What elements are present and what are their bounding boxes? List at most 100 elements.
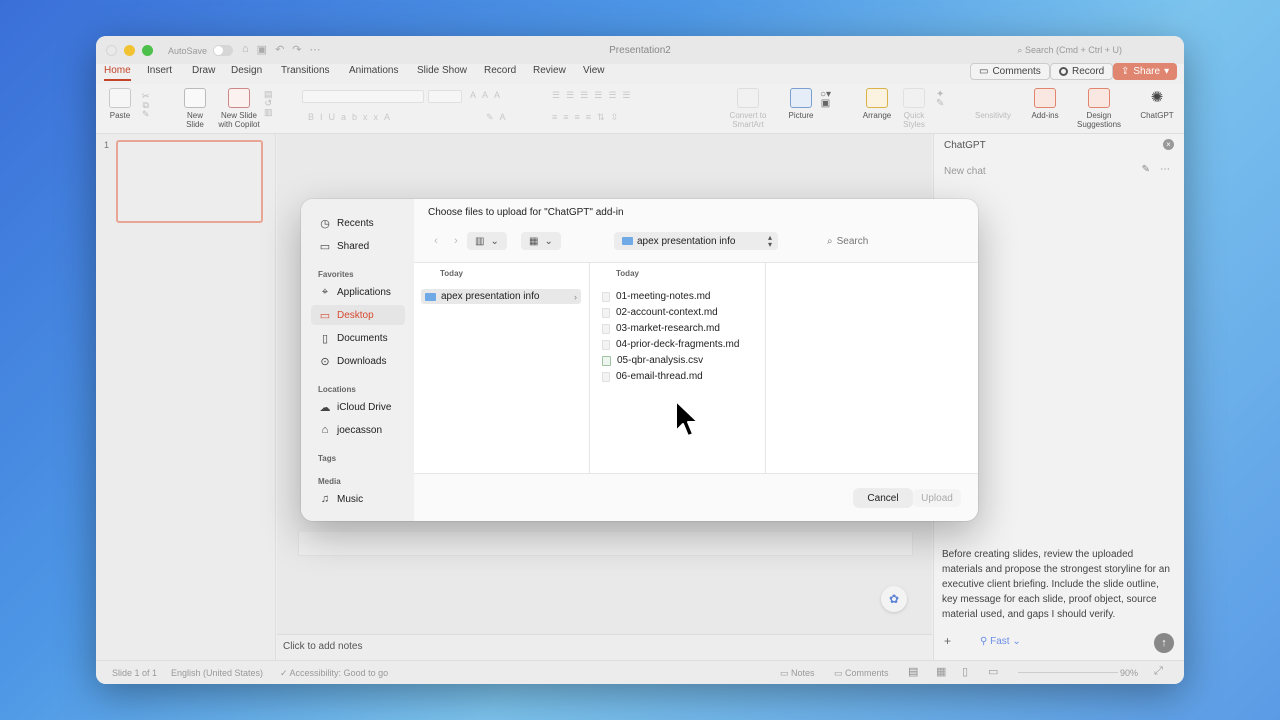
align-center-icon[interactable]: ≡: [563, 112, 574, 122]
comments-toggle[interactable]: ▭ Comments: [834, 668, 889, 679]
paste-button[interactable]: Paste: [108, 88, 132, 120]
align-left-icon[interactable]: ≡: [552, 112, 563, 122]
search-box[interactable]: ⌕ Search (Cmd + Ctrl + U): [1017, 45, 1122, 56]
underline-icon[interactable]: U: [329, 112, 342, 122]
tab-slide-show[interactable]: Slide Show: [417, 65, 467, 76]
language-label[interactable]: English (United States): [171, 668, 263, 678]
text-box-icon[interactable]: ▣: [820, 99, 831, 109]
arrange-button[interactable]: Arrange: [860, 88, 894, 120]
format-painter-icon[interactable]: ✎: [142, 110, 150, 119]
sidebar-item-icloud-drive[interactable]: ☁ iCloud Drive: [311, 397, 405, 417]
notes-toggle[interactable]: ▭ Notes: [780, 668, 815, 679]
align-text-icon[interactable]: ⇳: [611, 112, 625, 122]
line-spacing-icon[interactable]: ☰: [608, 90, 622, 100]
font-size-select[interactable]: [428, 90, 462, 103]
new-slide-button[interactable]: New Slide: [180, 88, 210, 129]
comments-button[interactable]: ▭ Comments: [970, 63, 1050, 80]
decrease-font-icon[interactable]: A: [482, 90, 494, 100]
more-icon[interactable]: ⋯: [1160, 164, 1170, 175]
reading-view-icon[interactable]: ▯: [962, 665, 968, 678]
sidebar-item-recents[interactable]: ◷ Recents: [311, 213, 405, 233]
tab-record[interactable]: Record: [484, 65, 516, 76]
picture-button[interactable]: Picture: [786, 88, 816, 120]
zoom-slider[interactable]: [1018, 672, 1118, 673]
sensitivity-button[interactable]: Sensitivity: [974, 88, 1012, 120]
convert-smartart-button[interactable]: Convert to SmartArt: [724, 88, 772, 129]
sidebar-item-shared[interactable]: ▭ Shared: [311, 236, 405, 256]
edit-icon[interactable]: ✎: [1142, 164, 1150, 175]
quick-styles-button[interactable]: Quick Styles: [900, 88, 928, 129]
subscript-icon[interactable]: x: [363, 112, 374, 122]
copilot-icon[interactable]: ✿: [881, 586, 907, 612]
plus-icon[interactable]: +: [944, 634, 951, 648]
send-button[interactable]: ↑: [1154, 633, 1174, 653]
sidebar-item-home[interactable]: ⌂ joecasson: [311, 420, 405, 440]
forward-icon[interactable]: ›: [447, 233, 465, 249]
sidebar-item-documents[interactable]: ▯ Documents: [311, 328, 405, 348]
record-button[interactable]: Record: [1050, 63, 1114, 80]
file-row[interactable]: 03-market-research.md: [602, 321, 720, 336]
strikethrough-icon[interactable]: ab: [341, 112, 363, 122]
sidebar-item-applications[interactable]: ⌖ Applications: [311, 282, 405, 302]
italic-icon[interactable]: I: [320, 112, 329, 122]
tab-transitions[interactable]: Transitions: [281, 65, 330, 76]
new-slide-copilot-button[interactable]: New Slide with Copilot: [216, 88, 262, 129]
tab-view[interactable]: View: [583, 65, 605, 76]
back-icon[interactable]: ‹: [427, 233, 445, 249]
tab-draw[interactable]: Draw: [192, 65, 215, 76]
fit-to-window-icon[interactable]: ⤢: [1154, 665, 1163, 678]
tab-review[interactable]: Review: [533, 65, 566, 76]
addins-button[interactable]: Add-ins: [1030, 88, 1060, 120]
cancel-button[interactable]: Cancel: [854, 489, 912, 507]
file-row[interactable]: 04-prior-deck-fragments.md: [602, 337, 739, 352]
justify-icon[interactable]: ≡: [586, 112, 597, 122]
numbering-icon[interactable]: ☰: [566, 90, 580, 100]
font-family-select[interactable]: [302, 90, 424, 103]
close-icon[interactable]: ×: [1163, 139, 1174, 150]
columns-icon[interactable]: ☰: [622, 90, 636, 100]
tab-home[interactable]: Home: [104, 65, 131, 81]
tab-design[interactable]: Design: [231, 65, 262, 76]
increase-font-icon[interactable]: A: [470, 90, 482, 100]
indent-icon[interactable]: ☰: [594, 90, 608, 100]
clear-format-icon[interactable]: A: [494, 90, 506, 100]
prompt-text[interactable]: Before creating slides, review the uploa…: [942, 547, 1174, 622]
design-suggestions-button[interactable]: Design Suggestions: [1074, 88, 1124, 129]
notes-area[interactable]: Click to add notes: [277, 634, 932, 660]
text-direction-icon[interactable]: ⇅: [597, 112, 611, 122]
slideshow-icon[interactable]: ▭: [988, 665, 998, 678]
share-button[interactable]: ⇪ Share ▾: [1113, 63, 1178, 80]
highlight-icon[interactable]: ✎: [486, 112, 500, 122]
chatgpt-ribbon-button[interactable]: ✺ ChatGPT: [1140, 88, 1174, 120]
model-mode-select[interactable]: ⚲ Fast ⌄: [980, 636, 1021, 647]
upload-button[interactable]: Upload: [913, 489, 961, 507]
slide-sorter-icon[interactable]: ▦: [936, 665, 946, 678]
dialog-search-input[interactable]: ⌕ Search: [827, 233, 963, 249]
superscript-icon[interactable]: x: [374, 112, 385, 122]
outdent-icon[interactable]: ☰: [580, 90, 594, 100]
folder-row-apex[interactable]: apex presentation info ›: [421, 289, 581, 304]
file-row[interactable]: 01-meeting-notes.md: [602, 289, 711, 304]
slide[interactable]: [298, 532, 913, 556]
accessibility-status[interactable]: ✓ Accessibility: Good to go: [280, 668, 388, 679]
section-icon[interactable]: ▥: [264, 108, 273, 117]
file-row[interactable]: 02-account-context.md: [602, 305, 718, 320]
text-effects-icon[interactable]: A: [384, 112, 396, 122]
zoom-level[interactable]: 90%: [1120, 668, 1138, 678]
file-row[interactable]: 06-email-thread.md: [602, 369, 703, 384]
sidebar-item-downloads[interactable]: ⊙ Downloads: [311, 351, 405, 371]
bold-icon[interactable]: B: [308, 112, 320, 122]
tab-insert[interactable]: Insert: [147, 65, 172, 76]
path-selector[interactable]: apex presentation info ▴ ▾: [614, 232, 778, 250]
tab-animations[interactable]: Animations: [349, 65, 398, 76]
slide-thumbnail[interactable]: [116, 140, 263, 223]
sidebar-item-desktop[interactable]: ▭ Desktop: [311, 305, 405, 325]
align-right-icon[interactable]: ≡: [575, 112, 586, 122]
shape-outline-icon[interactable]: ✎: [936, 99, 944, 109]
font-color-icon[interactable]: A: [500, 112, 512, 122]
group-view-button[interactable]: ▦ ⌄: [521, 232, 561, 250]
column-view-button[interactable]: ▥ ⌄: [467, 232, 507, 250]
sidebar-item-music[interactable]: ♫ Music: [311, 489, 405, 509]
file-row[interactable]: 05-qbr-analysis.csv: [602, 353, 703, 368]
bullets-icon[interactable]: ☰: [552, 90, 566, 100]
